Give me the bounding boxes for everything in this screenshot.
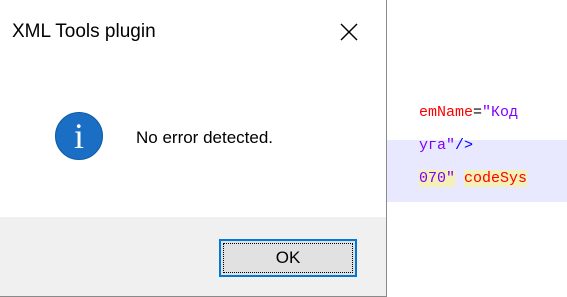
dialog-footer: OK xyxy=(0,217,386,296)
editor-equals: = xyxy=(473,104,483,121)
title-bar: XML Tools plugin xyxy=(0,0,386,64)
close-icon xyxy=(340,23,358,41)
editor-attr-value: 070" xyxy=(419,170,456,187)
message-dialog: XML Tools plugin i No error detected. OK xyxy=(0,0,387,297)
ok-button[interactable]: OK xyxy=(219,239,357,277)
editor-line-3: 070" codeSys xyxy=(383,149,528,209)
dialog-title: XML Tools plugin xyxy=(12,21,156,42)
editor-attr-name: codeSys xyxy=(464,170,528,187)
close-button[interactable] xyxy=(325,12,373,52)
dialog-content: i No error detected. xyxy=(0,64,386,217)
dialog-message: No error detected. xyxy=(136,128,274,147)
focus-rectangle xyxy=(223,243,353,273)
info-icon: i xyxy=(55,112,103,160)
editor-attr-value: "Код xyxy=(482,104,519,121)
